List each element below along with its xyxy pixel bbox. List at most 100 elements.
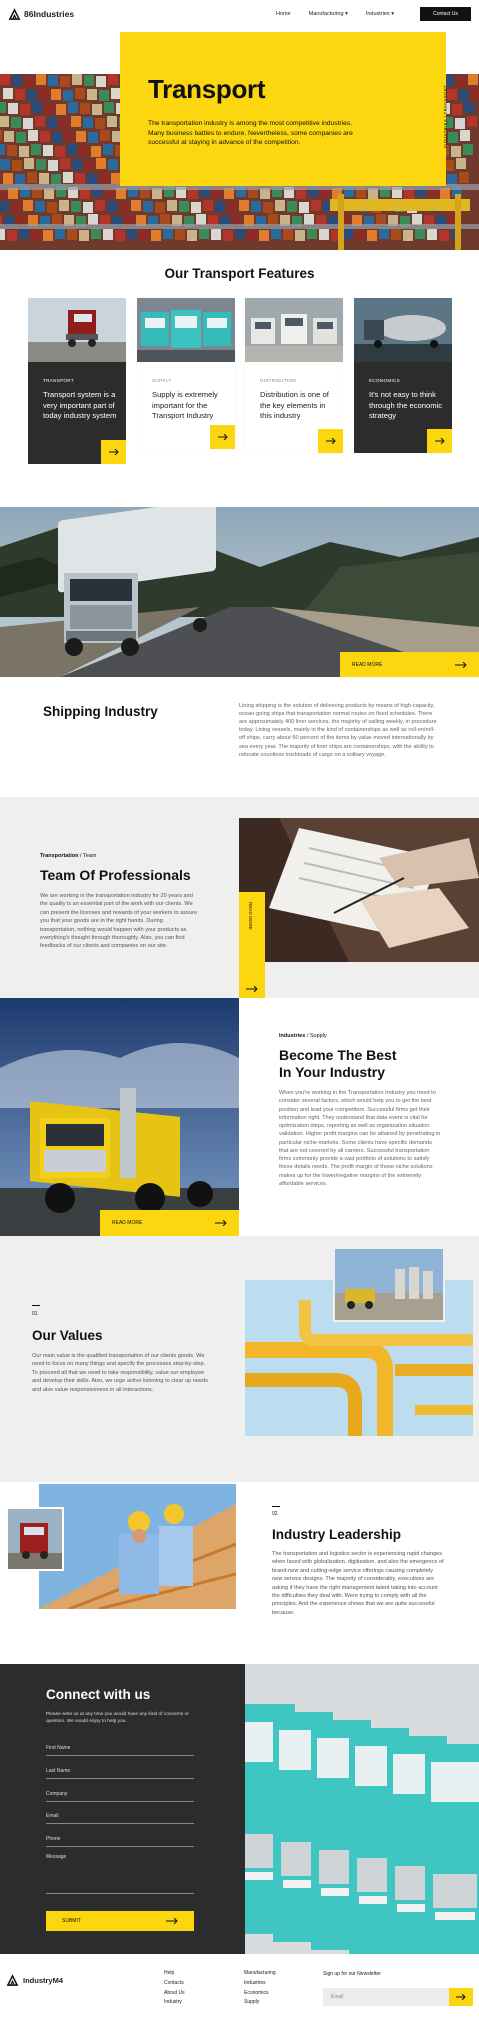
feature-image bbox=[245, 298, 343, 362]
hero-text: The transportation industry is among the… bbox=[148, 120, 353, 147]
hero-card: Transport The transportation industry is… bbox=[120, 32, 446, 186]
leadership-title: Industry Leadership bbox=[272, 1527, 402, 1542]
feature-card-distribution: DISTRIBUTION Distribution is one of the … bbox=[245, 298, 343, 453]
newsletter-label: Sign up for our Newsletter bbox=[323, 1971, 381, 1977]
message-field[interactable]: Message bbox=[46, 1852, 194, 1894]
feature-text: Supply is extremely important for the Tr… bbox=[152, 390, 218, 421]
yellow-truck-image bbox=[0, 998, 239, 1236]
footer-link-industry[interactable]: Industry bbox=[164, 1998, 185, 2008]
feature-image bbox=[354, 298, 452, 362]
feature-text: Distribution is one of the key elements … bbox=[260, 390, 329, 421]
feature-label: DISTRIBUTION bbox=[260, 378, 297, 383]
newsletter-email-input[interactable]: Email bbox=[323, 1988, 449, 2006]
nav-industries-label: Industries bbox=[365, 11, 390, 17]
footer-link-about[interactable]: About Us bbox=[164, 1989, 185, 1999]
arrow-right-icon bbox=[455, 661, 467, 668]
hero-title: Transport bbox=[148, 74, 266, 104]
arrow-right-icon bbox=[215, 1220, 227, 1226]
arrow-right-icon bbox=[166, 1918, 178, 1924]
feature-image bbox=[28, 298, 126, 362]
feature-label: SUPPLY bbox=[152, 378, 172, 383]
hero-breadcrumb[interactable]: INDUSTRIES / TRANSPORT bbox=[443, 85, 448, 148]
nav-manufacturing-label: Manufacturing bbox=[308, 11, 344, 17]
feature-card-economics: ECONOMICS It's not easy to think through… bbox=[354, 298, 452, 453]
feature-arrow-button[interactable] bbox=[101, 440, 126, 464]
logo-icon bbox=[6, 1974, 19, 1986]
feature-text: It's not easy to think through the econo… bbox=[369, 390, 443, 421]
team-handshake-image bbox=[39, 1484, 236, 1609]
read-more-label: READ MORE bbox=[248, 902, 253, 930]
become-title-line1: Become The Best bbox=[279, 1047, 397, 1063]
read-more-label: READ MORE bbox=[112, 1220, 143, 1226]
values-title: Our Values bbox=[32, 1328, 103, 1343]
nav-industries[interactable]: Industries ▾ bbox=[366, 11, 394, 17]
become-breadcrumb: Industries / Supply bbox=[279, 1033, 327, 1039]
feature-image bbox=[137, 298, 235, 362]
leadership-divider bbox=[272, 1506, 280, 1507]
arrow-right-icon bbox=[456, 1994, 466, 2000]
team-documents-image bbox=[239, 818, 479, 962]
team-title: Team Of Professionals bbox=[40, 867, 191, 883]
main-nav: Home Manufacturing ▾ Industries ▾ bbox=[276, 0, 394, 28]
site-header: 86Industries Home Manufacturing ▾ Indust… bbox=[0, 0, 479, 28]
feature-arrow-button[interactable] bbox=[427, 429, 452, 453]
feature-card-transport: TRANSPORT Transport system is a very imp… bbox=[28, 298, 126, 464]
contact-us-button[interactable]: Contact Us bbox=[420, 7, 471, 21]
breadcrumb-current[interactable]: Industries bbox=[279, 1033, 305, 1039]
features-title: Our Transport Features bbox=[164, 266, 315, 281]
logo-text: 86Industries bbox=[24, 9, 75, 19]
feature-label: ECONOMICS bbox=[369, 378, 401, 383]
newsletter-submit-button[interactable] bbox=[449, 1988, 473, 2006]
read-more-label: READ MORE bbox=[352, 661, 383, 668]
footer-logo[interactable]: IndustryM4 bbox=[6, 1974, 63, 1987]
shipping-title: Shipping Industry bbox=[43, 704, 158, 719]
values-divider bbox=[32, 1305, 40, 1306]
become-title: Become The Best In Your Industry bbox=[279, 1047, 396, 1081]
site-logo[interactable]: 86Industries bbox=[8, 7, 75, 21]
footer-link-supply[interactable]: Supply bbox=[244, 1998, 276, 2008]
red-truck-image bbox=[6, 1507, 64, 1571]
nav-home[interactable]: Home bbox=[276, 11, 291, 17]
chevron-down-icon: ▾ bbox=[345, 11, 348, 17]
phone-field[interactable]: Phone bbox=[46, 1834, 194, 1847]
feature-text: Transport system is a very important par… bbox=[43, 390, 117, 421]
chevron-down-icon: ▾ bbox=[391, 11, 394, 17]
feature-arrow-button[interactable] bbox=[210, 425, 235, 449]
values-text: Our main value is the qualified transpor… bbox=[32, 1353, 208, 1393]
arrow-right-icon bbox=[108, 449, 119, 455]
leadership-text: The transportation and logistics sector … bbox=[272, 1551, 444, 1616]
footer-link-contacts[interactable]: Contacts bbox=[164, 1979, 185, 1989]
nav-manufacturing[interactable]: Manufacturing ▾ bbox=[309, 11, 348, 17]
footer-link-industries[interactable]: Industries bbox=[244, 1979, 276, 1989]
team-breadcrumb: Transportation / Team bbox=[40, 853, 96, 859]
breadcrumb-current[interactable]: Transportation bbox=[40, 853, 79, 859]
read-more-button[interactable]: READ MORE bbox=[100, 1210, 239, 1236]
footer-links-col2: Manufacturing Industries Economics Suppl… bbox=[244, 1969, 276, 2008]
footer-links-col1: Help Contacts About Us Industry bbox=[164, 1969, 185, 2008]
company-field[interactable]: Company bbox=[46, 1789, 194, 1802]
shipping-text: Lining shipping is the solution of deliv… bbox=[239, 703, 437, 758]
team-read-more-button[interactable]: READ MORE bbox=[239, 892, 265, 998]
logo-icon bbox=[8, 7, 21, 20]
footer-logo-text: IndustryM4 bbox=[23, 1976, 64, 1985]
truck-fleet-image bbox=[245, 1664, 479, 1954]
feature-arrow-button[interactable] bbox=[318, 429, 343, 453]
arrow-right-icon bbox=[325, 438, 336, 444]
footer-link-economics[interactable]: Economics bbox=[244, 1989, 276, 1999]
contact-text: Please write us at any time you would ha… bbox=[46, 1712, 189, 1725]
leadership-number: 02 bbox=[272, 1511, 278, 1517]
arrow-right-icon bbox=[246, 986, 258, 992]
first-name-field[interactable]: First Name bbox=[46, 1743, 194, 1756]
footer-link-manufacturing[interactable]: Manufacturing bbox=[244, 1969, 276, 1979]
page: 86Industries Home Manufacturing ▾ Indust… bbox=[0, 0, 479, 2034]
last-name-field[interactable]: Last Name bbox=[46, 1766, 194, 1779]
become-text: When you're working in the Transportatio… bbox=[279, 1090, 441, 1187]
submit-button[interactable]: SUBMIT bbox=[46, 1911, 194, 1931]
feature-card-supply: SUPPLY Supply is extremely important for… bbox=[137, 298, 235, 449]
arrow-right-icon bbox=[434, 438, 445, 444]
team-text: We are working in the transportation ind… bbox=[40, 893, 198, 950]
contact-title: Connect with us bbox=[46, 1687, 151, 1702]
read-more-button[interactable]: READ MORE bbox=[340, 652, 479, 677]
email-field[interactable]: Email bbox=[46, 1811, 194, 1824]
footer-link-help[interactable]: Help bbox=[164, 1969, 185, 1979]
